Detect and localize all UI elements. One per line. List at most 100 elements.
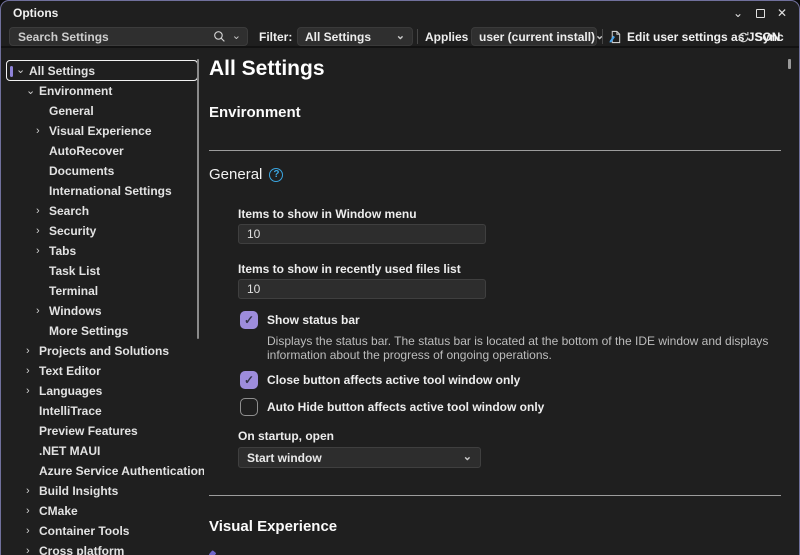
sidebar-item-windows[interactable]: ›Windows xyxy=(1,301,204,321)
sidebar-item-label: Security xyxy=(49,224,96,238)
checkbox-close-button-affects-active-tool-window-only[interactable]: ✓ Close button affects active tool window… xyxy=(240,371,780,389)
search-options-chevron-icon[interactable]: ⌄ xyxy=(232,31,241,42)
sidebar-item-label: Cross platform xyxy=(39,544,124,555)
sidebar-item-label: Task List xyxy=(49,264,100,278)
sidebar: ⌄All Settings⌄EnvironmentGeneral›Visual … xyxy=(1,50,204,555)
checkbox-description: Displays the status bar. The status bar … xyxy=(267,334,772,362)
page-title: All Settings xyxy=(209,57,325,81)
sidebar-item-label: Azure Service Authentication xyxy=(39,464,204,478)
chevron-right-icon[interactable]: › xyxy=(36,206,49,217)
sidebar-item-cross-platform[interactable]: ›Cross platform xyxy=(1,541,204,555)
checkbox-label: Close button affects active tool window … xyxy=(267,373,520,387)
settings-tree: ⌄All Settings⌄EnvironmentGeneral›Visual … xyxy=(1,50,204,555)
sidebar-item-build-insights[interactable]: ›Build Insights xyxy=(1,481,204,501)
chevron-down-icon[interactable]: ⌄ xyxy=(16,65,29,76)
sidebar-item-label: Environment xyxy=(39,84,112,98)
sidebar-item-label: IntelliTrace xyxy=(39,404,102,418)
filter-label: Filter: xyxy=(259,30,292,44)
checkbox-checked-icon[interactable]: ✓ xyxy=(240,311,258,329)
sidebar-item-label: Terminal xyxy=(49,284,98,298)
sidebar-item-security[interactable]: ›Security xyxy=(1,221,204,241)
recent-files-items-label: Items to show in recently used files lis… xyxy=(238,262,461,276)
sidebar-item-label: All Settings xyxy=(29,64,95,78)
main-scrollbar-thumb[interactable] xyxy=(788,59,791,69)
title-bar[interactable]: Options ⌄ ✕ xyxy=(1,1,799,25)
checkbox-checked-icon[interactable]: ✓ xyxy=(240,371,258,389)
sync-button[interactable]: Sync xyxy=(737,28,784,46)
chevron-right-icon[interactable]: › xyxy=(26,526,39,537)
chevron-right-icon[interactable]: › xyxy=(36,126,49,137)
close-button[interactable]: ✕ xyxy=(771,2,793,24)
sidebar-item-text-editor[interactable]: ›Text Editor xyxy=(1,361,204,381)
chevron-right-icon[interactable]: › xyxy=(26,546,39,555)
window-menu-items-value: 10 xyxy=(247,227,260,241)
help-icon[interactable]: ? xyxy=(269,168,283,182)
sidebar-item-cmake[interactable]: ›CMake xyxy=(1,501,204,521)
window-controls: ⌄ ✕ xyxy=(727,1,793,25)
sidebar-item-label: Visual Experience xyxy=(49,124,152,138)
sidebar-item-documents[interactable]: Documents xyxy=(1,161,204,181)
sidebar-item-net-maui[interactable]: .NET MAUI xyxy=(1,441,204,461)
sidebar-item-label: Windows xyxy=(49,304,102,318)
sidebar-item-azure-service-authentication[interactable]: Azure Service Authentication xyxy=(1,461,204,481)
filter-select[interactable]: All Settings ⌄ xyxy=(297,27,413,46)
general-heading-label: General xyxy=(209,166,262,183)
sidebar-item-search[interactable]: ›Search xyxy=(1,201,204,221)
sidebar-item-general[interactable]: General xyxy=(1,101,204,121)
sidebar-item-autorecover[interactable]: AutoRecover xyxy=(1,141,204,161)
sidebar-item-label: Text Editor xyxy=(39,364,101,378)
sidebar-item-preview-features[interactable]: Preview Features xyxy=(1,421,204,441)
sidebar-item-international-settings[interactable]: International Settings xyxy=(1,181,204,201)
chevron-right-icon[interactable]: › xyxy=(36,306,49,317)
sidebar-item-tabs[interactable]: ›Tabs xyxy=(1,241,204,261)
maximize-icon xyxy=(756,9,765,18)
startup-open-dropdown[interactable]: Start window ⌄ xyxy=(238,447,481,468)
toolbar: Search Settings ⌄ Filter: All Settings ⌄… xyxy=(1,25,799,48)
chevron-right-icon[interactable]: › xyxy=(36,246,49,257)
sidebar-item-label: Languages xyxy=(39,384,102,398)
search-input[interactable]: Search Settings ⌄ xyxy=(9,27,248,46)
recent-files-items-value: 10 xyxy=(247,282,260,296)
sidebar-item-label: AutoRecover xyxy=(49,144,124,158)
sidebar-item-terminal[interactable]: Terminal xyxy=(1,281,204,301)
checkbox-group: ✓ Show status bar Displays the status bar.… xyxy=(240,311,780,416)
chevron-right-icon[interactable]: › xyxy=(26,366,39,377)
applies-to-select[interactable]: user (current install) ⌄ xyxy=(471,27,597,46)
checkbox-show-status-bar[interactable]: ✓ Show status bar xyxy=(240,311,780,329)
sidebar-item-more-settings[interactable]: More Settings xyxy=(1,321,204,341)
chevron-right-icon[interactable]: › xyxy=(26,506,39,517)
sidebar-item-environment[interactable]: ⌄Environment xyxy=(1,81,204,101)
chevron-right-icon[interactable]: › xyxy=(26,346,39,357)
sidebar-item-visual-experience[interactable]: ›Visual Experience xyxy=(1,121,204,141)
sidebar-item-projects-and-solutions[interactable]: ›Projects and Solutions xyxy=(1,341,204,361)
sidebar-item-languages[interactable]: ›Languages xyxy=(1,381,204,401)
window-menu-items-label: Items to show in Window menu xyxy=(238,207,417,221)
chevron-down-icon[interactable]: ⌄ xyxy=(26,86,39,97)
collapse-chevron-icon[interactable]: ⌄ xyxy=(727,2,749,24)
search-icon[interactable] xyxy=(213,30,226,43)
chevron-right-icon[interactable]: › xyxy=(26,486,39,497)
recent-files-items-input[interactable]: 10 xyxy=(238,279,486,299)
checkbox-unchecked-icon[interactable] xyxy=(240,398,258,416)
sidebar-item-task-list[interactable]: Task List xyxy=(1,261,204,281)
sidebar-scrollbar-thumb[interactable] xyxy=(197,59,199,339)
sidebar-item-label: Projects and Solutions xyxy=(39,344,169,358)
sidebar-item-all-settings[interactable]: ⌄All Settings xyxy=(6,60,198,81)
clipped-help-icon-fragment xyxy=(209,550,217,555)
maximize-button[interactable] xyxy=(749,2,771,24)
startup-open-label: On startup, open xyxy=(238,429,334,443)
sidebar-item-label: More Settings xyxy=(49,324,128,338)
checkbox-auto-hide-button-affects-active-tool-window-only[interactable]: Auto Hide button affects active tool win… xyxy=(240,398,780,416)
edit-json-document-icon xyxy=(609,30,622,44)
chevron-right-icon[interactable]: › xyxy=(36,226,49,237)
checkbox-label: Auto Hide button affects active tool win… xyxy=(267,400,544,414)
window-menu-items-input[interactable]: 10 xyxy=(238,224,486,244)
checkbox-label: Show status bar xyxy=(267,313,360,327)
chevron-right-icon[interactable]: › xyxy=(26,386,39,397)
filter-value: All Settings xyxy=(305,30,371,44)
sidebar-item-label: Preview Features xyxy=(39,424,138,438)
visual-experience-section-heading: Visual Experience xyxy=(209,518,337,535)
sidebar-item-intellitrace[interactable]: IntelliTrace xyxy=(1,401,204,421)
sidebar-item-container-tools[interactable]: ›Container Tools xyxy=(1,521,204,541)
dialog-body: ⌄All Settings⌄EnvironmentGeneral›Visual … xyxy=(1,50,799,555)
